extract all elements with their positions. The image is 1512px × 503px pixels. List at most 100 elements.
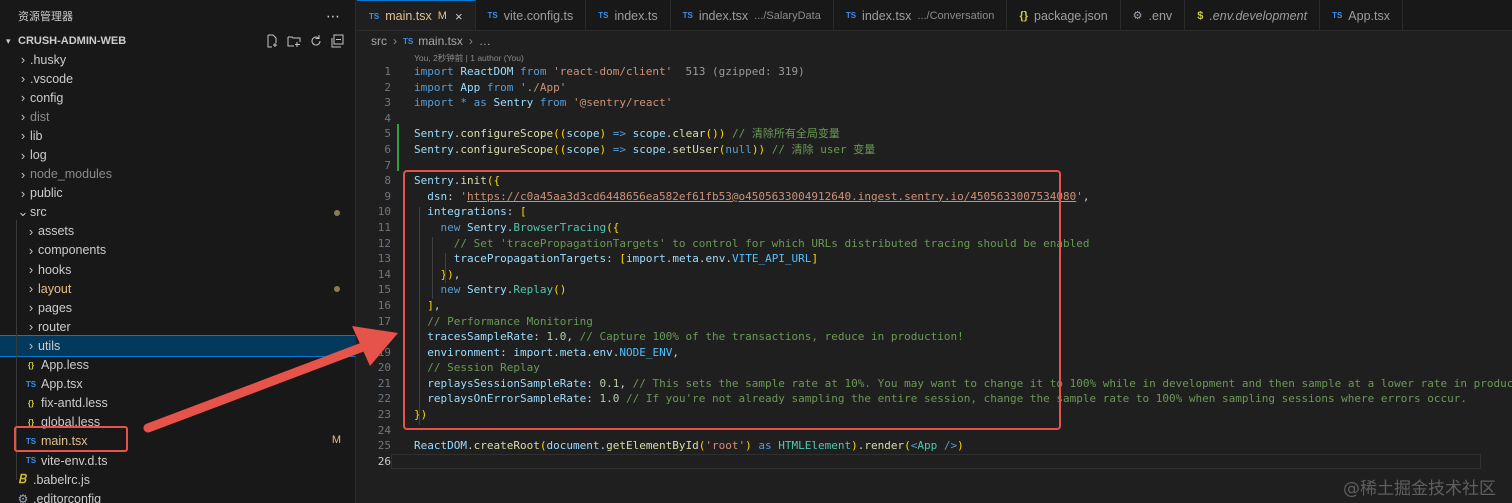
tree-item-label: config	[30, 90, 64, 105]
line-number: 8	[384, 174, 391, 188]
code-text: Sentry.configureScope((scope) => scope.s…	[414, 142, 876, 156]
tree-item[interactable]: › utils	[0, 335, 355, 357]
tree-item-label: .editorconfig	[33, 491, 102, 503]
breadcrumb-file[interactable]: main.tsx	[418, 34, 463, 48]
project-name: CRUSH-ADMIN-WEB	[18, 35, 127, 47]
close-icon[interactable]: ×	[455, 9, 463, 24]
tree-item[interactable]: › .husky	[0, 50, 355, 69]
tree-item-label: hooks	[38, 262, 72, 277]
vscode-window: 资源管理器 ⋯ ▾ CRUSH-ADMIN-WEB › .husky › .vscod…	[0, 0, 1512, 503]
tree-item[interactable]: {} fix-antd.less	[0, 394, 355, 413]
chevron-right-icon: ›	[20, 185, 26, 201]
less-file-icon: {}	[27, 360, 35, 370]
git-added-indicator[interactable]	[397, 124, 399, 171]
tab-label: .env.development	[1209, 8, 1308, 23]
tab-modified-badge: M	[437, 10, 447, 22]
collapse-all-icon[interactable]	[331, 34, 345, 48]
breadcrumb-symbol[interactable]: …	[479, 34, 491, 48]
tree-item[interactable]: › dist	[0, 107, 355, 126]
line-number: 14	[377, 267, 391, 281]
breadcrumb-folder[interactable]: src	[371, 34, 387, 48]
tree-item[interactable]: › node_modules	[0, 165, 355, 184]
tree-item[interactable]: TS vite-env.d.ts	[0, 451, 355, 470]
tree-item[interactable]: › hooks	[0, 260, 355, 279]
tree-item[interactable]: ⚙ .editorconfig	[0, 489, 355, 503]
tree-item[interactable]: › public	[0, 184, 355, 203]
editor-tab[interactable]: TS main.tsx M ×	[357, 0, 476, 30]
line-number: 22	[377, 392, 391, 406]
tree-item[interactable]: ⌄ src	[0, 203, 355, 222]
tree-item[interactable]: TS App.tsx	[0, 375, 355, 394]
tree-item[interactable]: › lib	[0, 126, 355, 145]
project-root[interactable]: ▾ CRUSH-ADMIN-WEB	[0, 32, 355, 50]
tree-item[interactable]: › layout	[0, 279, 355, 298]
dollar-icon: $	[1197, 9, 1204, 22]
chevron-right-icon: ›	[20, 128, 26, 144]
chevron-right-icon: ›	[20, 109, 26, 125]
tree-item-label: fix-antd.less	[41, 396, 108, 411]
tree-item[interactable]: › assets	[0, 222, 355, 241]
editor-tab[interactable]: TS index.tsx .../SalaryData	[671, 0, 834, 30]
tree-item[interactable]: › .vscode	[0, 69, 355, 88]
breadcrumb-separator: ›	[468, 34, 473, 48]
new-file-icon[interactable]	[265, 34, 279, 48]
refresh-icon[interactable]	[309, 34, 323, 48]
code-line: 3 import * as Sentry from '@sentry/react'	[357, 95, 1512, 111]
tree-item[interactable]: › components	[0, 241, 355, 260]
code-text: ReactDOM.createRoot(document.getElementB…	[414, 439, 964, 453]
breadcrumb: src › TS main.tsx › …	[357, 32, 1512, 50]
tree-item[interactable]: › router	[0, 317, 355, 336]
tree-item-label: layout	[38, 281, 72, 296]
tab-label: App.tsx	[1348, 8, 1390, 23]
typescript-file-icon: TS	[598, 11, 609, 20]
chevron-right-icon: ›	[20, 90, 26, 106]
tree-item[interactable]: {} App.less	[0, 356, 355, 375]
line-number: 10	[377, 205, 391, 219]
line-number: 20	[377, 361, 391, 375]
tree-item[interactable]: › log	[0, 145, 355, 164]
new-folder-icon[interactable]	[287, 34, 301, 48]
tree-item-label: node_modules	[30, 167, 113, 182]
editor-tab[interactable]: TS App.tsx	[1320, 0, 1403, 30]
editor-tab[interactable]: TS index.ts	[586, 0, 671, 30]
editor-tab[interactable]: TS index.tsx .../Conversation	[834, 0, 1008, 30]
tab-label: package.json	[1034, 8, 1108, 23]
tree-item-label: utils	[38, 338, 61, 353]
tab-label: vite.config.ts	[503, 8, 574, 23]
chevron-right-icon: ›	[20, 52, 26, 68]
tree-item-label: log	[30, 148, 47, 163]
tree-item[interactable]: 𝐵 .babelrc.js	[0, 470, 355, 489]
git-modified-badge: M	[331, 433, 341, 446]
editor-tab[interactable]: {} package.json	[1007, 0, 1121, 30]
annotation-highlight-box	[403, 170, 1061, 430]
json-file-icon: {}	[1019, 9, 1028, 22]
line-number: 9	[384, 189, 391, 203]
babel-file-icon: 𝐵	[19, 472, 27, 487]
tree-item-label: .babelrc.js	[33, 472, 90, 487]
code-text	[391, 453, 1481, 470]
line-number: 19	[377, 345, 391, 359]
line-number: 5	[384, 127, 391, 141]
chevron-right-icon: ›	[20, 147, 26, 163]
editor-tab[interactable]: ⚙ .env	[1121, 0, 1186, 30]
chevron-right-icon: ›	[20, 166, 26, 182]
line-number: 3	[384, 96, 391, 110]
more-actions-icon[interactable]: ⋯	[326, 8, 341, 25]
code-line: 4	[357, 111, 1512, 127]
line-number: 26	[377, 454, 391, 468]
line-number: 7	[384, 158, 391, 172]
typescript-file-icon: TS	[25, 379, 37, 389]
tree-item[interactable]: › config	[0, 88, 355, 107]
code-line: 5 Sentry.configureScope((scope) => scope.…	[357, 126, 1512, 142]
editor-tab[interactable]: $ .env.development	[1185, 0, 1321, 30]
tree-item[interactable]: › pages	[0, 298, 355, 317]
tree-item-label: lib	[30, 128, 43, 143]
git-blame-lens[interactable]: You, 2秒钟前 | 1 author (You)	[357, 52, 1512, 64]
code-text: import * as Sentry from '@sentry/react'	[414, 96, 673, 110]
tree-item-label: vite-env.d.ts	[41, 453, 108, 468]
editor-tab[interactable]: TS vite.config.ts	[476, 0, 587, 30]
tab-description: .../SalaryData	[754, 9, 821, 22]
typescript-file-icon: TS	[403, 36, 414, 46]
code-line: 2 import App from './App'	[357, 80, 1512, 96]
